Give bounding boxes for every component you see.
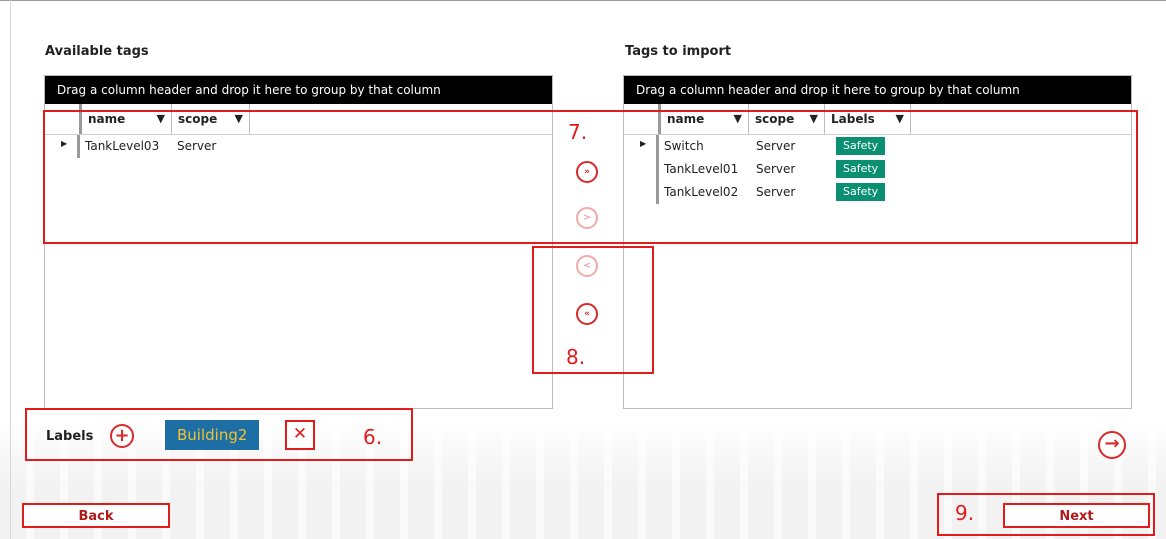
remove-label-button[interactable]: ✕ — [285, 420, 315, 450]
label-chip: Building2 — [165, 420, 260, 450]
available-tags-title: Available tags — [45, 44, 149, 59]
tags-to-import-title: Tags to import — [625, 44, 732, 59]
annotation-box-7 — [43, 110, 1138, 244]
annotation-box-8 — [532, 246, 654, 374]
available-group-drop-zone[interactable]: Drag a column header and drop it here to… — [45, 76, 552, 104]
annotation-number-6: 6. — [363, 425, 383, 449]
import-group-drop-zone[interactable]: Drag a column header and drop it here to… — [624, 76, 1131, 104]
next-button[interactable]: Next — [1003, 503, 1150, 528]
forward-arrow-icon[interactable]: → — [1098, 431, 1126, 459]
annotation-number-8: 8. — [566, 345, 586, 369]
labels-caption: Labels — [46, 429, 94, 444]
top-divider — [0, 0, 1166, 1]
annotation-number-7: 7. — [568, 120, 588, 144]
add-label-button[interactable]: + — [110, 424, 134, 448]
annotation-number-9: 9. — [955, 501, 975, 525]
left-divider — [10, 0, 11, 539]
back-button[interactable]: Back — [22, 503, 170, 528]
